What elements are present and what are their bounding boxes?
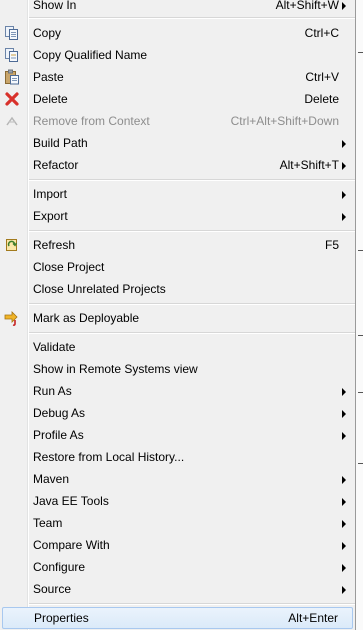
menu-item-label: Compare With	[33, 538, 110, 552]
menu-item-shortcut: Alt+Enter	[288, 611, 338, 625]
menu-item-label: Delete	[33, 92, 68, 106]
menu-item-label: Properties	[34, 611, 89, 625]
submenu-arrow-icon	[342, 140, 346, 148]
menu-item-compare-with[interactable]: Compare With	[0, 534, 355, 556]
menu-item-source[interactable]: Source	[0, 578, 355, 600]
menu-item-shortcut: Delete	[304, 92, 339, 106]
menu-item-shortcut: Ctrl+V	[305, 70, 339, 84]
menu-item-show-in[interactable]: Show In Alt+Shift+W	[0, 0, 355, 16]
submenu-arrow-icon	[342, 191, 346, 199]
submenu-arrow-icon	[342, 410, 346, 418]
menu-item-maven[interactable]: Maven	[0, 468, 355, 490]
copy-icon	[4, 25, 20, 41]
menu-item-label: Source	[33, 582, 72, 596]
paste-icon	[4, 69, 20, 85]
menu-item-properties[interactable]: Properties Alt+Enter	[2, 607, 353, 629]
menu-separator	[29, 332, 355, 334]
menu-item-label: Show in Remote Systems view	[33, 362, 198, 376]
menu-item-validate[interactable]: Validate	[0, 336, 355, 358]
menu-item-run-as[interactable]: Run As	[0, 380, 355, 402]
menu-item-debug-as[interactable]: Debug As	[0, 402, 355, 424]
menu-item-export[interactable]: Export	[0, 205, 355, 227]
submenu-arrow-icon	[342, 388, 346, 396]
menu-item-refresh[interactable]: Refresh F5	[0, 234, 355, 256]
submenu-arrow-icon	[342, 542, 346, 550]
submenu-arrow-icon	[342, 520, 346, 528]
menu-item-team[interactable]: Team	[0, 512, 355, 534]
menu-item-label: Refresh	[33, 238, 76, 252]
submenu-arrow-icon	[342, 498, 346, 506]
submenu-arrow-icon	[342, 476, 346, 484]
menu-item-label: Validate	[33, 340, 76, 354]
refresh-icon	[4, 237, 20, 253]
submenu-arrow-icon	[342, 162, 346, 170]
menu-item-show-in-remote-systems[interactable]: Show in Remote Systems view	[0, 358, 355, 380]
menu-item-import[interactable]: Import	[0, 183, 355, 205]
menu-item-configure[interactable]: Configure	[0, 556, 355, 578]
menu-separator	[29, 17, 355, 19]
menu-item-label: Close Project	[33, 260, 105, 274]
menu-item-shortcut: F5	[324, 238, 339, 252]
menu-item-label: Close Unrelated Projects	[33, 282, 166, 296]
menu-item-copy[interactable]: Copy Ctrl+C	[0, 22, 355, 44]
menu-separator	[29, 230, 355, 232]
mark-deployable-icon	[4, 310, 20, 326]
menu-item-label: Remove from Context	[33, 114, 150, 128]
submenu-arrow-icon	[342, 564, 346, 572]
background-editor-edge	[355, 0, 363, 630]
menu-item-label: Import	[33, 187, 68, 201]
menu-item-label: Java EE Tools	[33, 494, 109, 508]
menu-item-refactor[interactable]: Refactor Alt+Shift+T	[0, 154, 355, 176]
menu-item-mark-as-deployable[interactable]: Mark as Deployable	[0, 307, 355, 329]
menu-item-label: Maven	[33, 472, 70, 486]
context-menu: Show In Alt+Shift+W Copy Ctrl+C Copy Qua…	[0, 0, 355, 630]
menu-item-label: Build Path	[33, 136, 88, 150]
copy-qualified-name-icon	[4, 47, 20, 63]
menu-item-label: Restore from Local History...	[33, 450, 185, 464]
menu-item-label: Configure	[33, 560, 86, 574]
menu-item-label: Copy Qualified Name	[33, 48, 148, 62]
menu-item-shortcut: Alt+Shift+W	[275, 0, 339, 12]
menu-item-delete[interactable]: Delete Delete	[0, 88, 355, 110]
menu-item-restore-from-local-history[interactable]: Restore from Local History...	[0, 446, 355, 468]
menu-separator	[29, 179, 355, 181]
menu-item-shortcut: Ctrl+C	[304, 26, 339, 40]
menu-item-java-ee-tools[interactable]: Java EE Tools	[0, 490, 355, 512]
menu-separator	[29, 303, 355, 305]
menu-item-copy-qualified-name[interactable]: Copy Qualified Name	[0, 44, 355, 66]
submenu-arrow-icon	[342, 586, 346, 594]
menu-item-label: Copy	[33, 26, 62, 40]
menu-item-label: Mark as Deployable	[33, 311, 140, 325]
submenu-arrow-icon	[342, 432, 346, 440]
menu-item-shortcut: Ctrl+Alt+Shift+Down	[230, 114, 339, 128]
submenu-arrow-icon	[342, 213, 346, 221]
menu-item-paste[interactable]: Paste Ctrl+V	[0, 66, 355, 88]
menu-item-close-unrelated-projects[interactable]: Close Unrelated Projects	[0, 278, 355, 300]
menu-item-label: Export	[33, 209, 68, 223]
menu-item-remove-from-context: Remove from Context Ctrl+Alt+Shift+Down	[0, 110, 355, 132]
submenu-arrow-icon	[342, 2, 346, 10]
delete-icon	[4, 91, 20, 107]
menu-item-close-project[interactable]: Close Project	[0, 256, 355, 278]
menu-item-label: Refactor	[33, 158, 79, 172]
menu-item-build-path[interactable]: Build Path	[0, 132, 355, 154]
remove-from-context-icon	[4, 113, 20, 129]
menu-item-label: Profile As	[33, 428, 84, 442]
menu-item-label: Team	[33, 516, 63, 530]
menu-item-label: Paste	[33, 70, 64, 84]
menu-item-label: Run As	[33, 384, 72, 398]
menu-item-label: Debug As	[33, 406, 86, 420]
menu-item-shortcut: Alt+Shift+T	[279, 158, 339, 172]
menu-item-profile-as[interactable]: Profile As	[0, 424, 355, 446]
menu-separator	[29, 603, 355, 605]
menu-item-label: Show In	[33, 0, 77, 12]
